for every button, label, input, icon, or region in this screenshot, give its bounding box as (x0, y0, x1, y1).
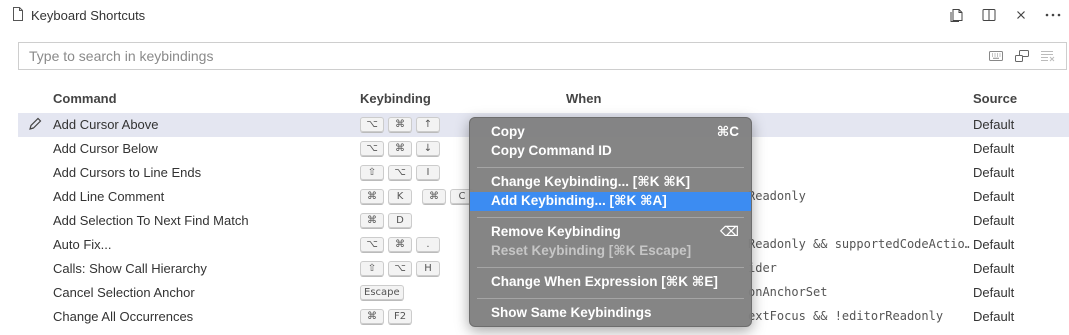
source-label: Default (973, 261, 1015, 276)
menu-item-copy[interactable]: Copy ⌘C (470, 123, 751, 142)
menu-item-label: Remove Keybinding (491, 224, 621, 239)
when-expression: extFocus && !editorReadonly (748, 309, 944, 323)
tab-title: Keyboard Shortcuts (31, 8, 146, 23)
command-label: Auto Fix... (53, 237, 112, 252)
source-label: Default (973, 309, 1015, 324)
keyboard-icon[interactable] (986, 48, 1006, 64)
key-cap: ⌘ (388, 141, 412, 157)
when-expression: Readonly && supportedCodeActio… (748, 237, 970, 251)
editor-tab[interactable]: Keyboard Shortcuts (12, 7, 145, 24)
menu-item-label: Copy Command ID (491, 143, 612, 158)
command-label: Add Selection To Next Find Match (53, 213, 249, 228)
source-label: Default (973, 165, 1015, 180)
source-label: Default (973, 117, 1015, 132)
keybinding-keys: ⌥ ⌘ ↓ (360, 141, 440, 157)
source-label: Default (973, 141, 1015, 156)
menu-separator (477, 217, 744, 218)
key-cap: ⌘ (360, 309, 384, 325)
command-label: Add Cursor Above (53, 117, 159, 132)
command-label: Cancel Selection Anchor (53, 285, 195, 300)
menu-item-change-when-expression[interactable]: Change When Expression [⌘K ⌘E] (470, 273, 751, 292)
more-actions-icon[interactable] (1037, 4, 1069, 26)
key-cap: Escape (360, 285, 404, 301)
key-cap: ⌥ (388, 165, 412, 181)
key-cap: ⇧ (360, 165, 384, 181)
keybinding-keys: ⇧ ⌥ H (360, 261, 440, 277)
key-cap: I (416, 165, 440, 181)
key-cap: ↓ (416, 141, 440, 157)
menu-item-change-keybinding[interactable]: Change Keybinding... [⌘K ⌘K] (470, 173, 751, 192)
key-cap: ⌥ (360, 117, 384, 133)
command-label: Calls: Show Call Hierarchy (53, 261, 207, 276)
key-cap: ⇧ (360, 261, 384, 277)
edit-keybinding-icon[interactable] (28, 117, 42, 134)
keybinding-keys: ⇧ ⌥ I (360, 165, 440, 181)
key-cap: ⌥ (360, 141, 384, 157)
key-cap: H (416, 261, 440, 277)
key-cap: ⌘ (360, 213, 384, 229)
column-header-command[interactable]: Command (53, 91, 117, 106)
key-cap: ⌘ (360, 189, 384, 205)
search-input[interactable] (19, 43, 989, 69)
menu-item-show-same-keybindings[interactable]: Show Same Keybindings (470, 304, 751, 323)
source-label: Default (973, 285, 1015, 300)
menu-item-reset-keybinding: Reset Keybinding [⌘K Escape] (470, 242, 751, 261)
key-cap: ⌥ (388, 261, 412, 277)
menu-separator (477, 267, 744, 268)
source-label: Default (973, 189, 1015, 204)
key-cap: ⌘ (422, 189, 446, 205)
keybinding-keys: ⌘ D (360, 213, 412, 229)
context-menu: Copy ⌘C Copy Command ID Change Keybinding..… (469, 117, 752, 327)
keybinding-keys: ⌥ ⌘. (360, 237, 440, 253)
menu-separator (477, 167, 744, 168)
menu-separator (477, 298, 744, 299)
key-cap: ⌥ (360, 237, 384, 253)
when-expression: onAnchorSet (748, 285, 828, 299)
close-icon[interactable] (1005, 4, 1037, 26)
menu-item-label: Add Keybinding... [⌘K ⌘A] (491, 193, 667, 208)
source-label: Default (973, 237, 1015, 252)
menu-item-label: Reset Keybinding [⌘K Escape] (491, 243, 692, 258)
menu-item-remove-keybinding[interactable]: Remove Keybinding ⌫ (470, 223, 751, 242)
key-cap: ⌘ (388, 237, 412, 253)
command-label: Change All Occurrences (53, 309, 194, 324)
split-editor-icon[interactable] (973, 4, 1005, 26)
command-label: Add Cursors to Line Ends (53, 165, 202, 180)
menu-item-copy-command-id[interactable]: Copy Command ID (470, 142, 751, 161)
menu-item-label: Change When Expression [⌘K ⌘E] (491, 274, 718, 289)
key-cap: D (388, 213, 412, 229)
command-label: Add Line Comment (53, 189, 165, 204)
source-label: Default (973, 213, 1015, 228)
sort-by-precedence-icon[interactable] (1012, 48, 1032, 64)
menu-item-label: Show Same Keybindings (491, 305, 652, 320)
key-cap: F2 (388, 309, 412, 325)
column-header-source[interactable]: Source (973, 91, 1017, 106)
table-header: Command Keybinding When Source (18, 86, 1069, 110)
column-header-when[interactable]: When (566, 91, 601, 106)
menu-item-add-keybinding[interactable]: Add Keybinding... [⌘K ⌘A] (470, 192, 751, 211)
file-icon (12, 7, 24, 24)
column-header-keybinding[interactable]: Keybinding (360, 91, 431, 106)
menu-item-shortcut: ⌫ (719, 224, 739, 239)
when-expression: ider (748, 261, 777, 275)
keybinding-keys: ⌥ ⌘ ↑ (360, 117, 440, 133)
keybinding-keys: ⌘ F2 (360, 309, 412, 325)
when-expression: Readonly (748, 189, 806, 203)
menu-item-label: Copy (491, 124, 525, 139)
key-cap: K (388, 189, 412, 205)
keybinding-keys: Escape (360, 285, 404, 301)
open-json-icon[interactable] (941, 4, 973, 26)
editor-tab-bar: Keyboard Shortcuts (0, 0, 1069, 30)
key-cap: ↑ (416, 117, 440, 133)
key-cap: . (416, 237, 440, 253)
command-label: Add Cursor Below (53, 141, 158, 156)
key-cap: ⌘ (388, 117, 412, 133)
menu-item-shortcut: ⌘C (716, 124, 739, 139)
menu-item-label: Change Keybinding... [⌘K ⌘K] (491, 174, 691, 189)
keybinding-keys: ⌘ K ⌘ C (360, 189, 474, 205)
clear-filter-icon[interactable] (1038, 48, 1058, 64)
search-box (18, 42, 1067, 70)
